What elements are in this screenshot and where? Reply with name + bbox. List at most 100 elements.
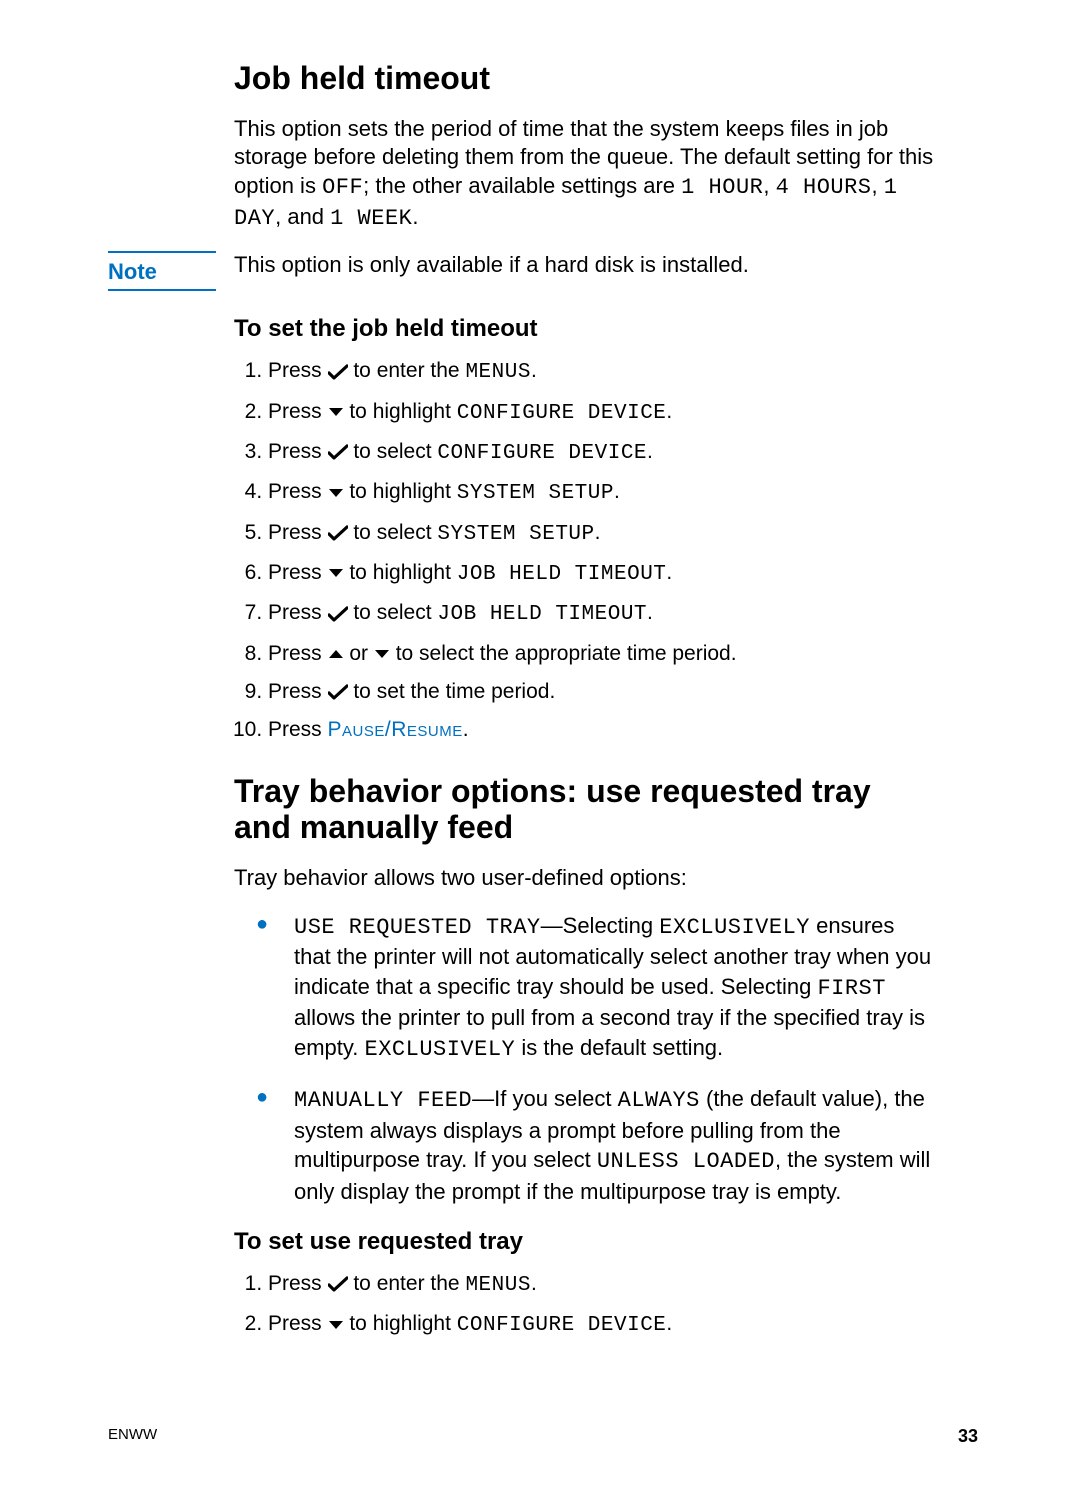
- step-mono: SYSTEM SETUP: [437, 523, 594, 546]
- step-mono: CONFIGURE DEVICE: [457, 402, 667, 425]
- steps-list-2: Press to enter the MENUS.Press to highli…: [234, 1270, 934, 1341]
- step-text: Press: [268, 1312, 328, 1335]
- bullet-mono: USE REQUESTED TRAY: [294, 915, 541, 940]
- list-item: Press to highlight JOB HELD TIMEOUT.: [268, 559, 934, 589]
- list-item: Press to highlight CONFIGURE DEVICE.: [268, 1310, 934, 1340]
- checkmark-icon: [328, 1276, 348, 1292]
- step-text: Press: [268, 521, 328, 544]
- step-mono: JOB HELD TIMEOUT: [437, 603, 647, 626]
- step-text: to select: [348, 440, 438, 463]
- list-item: Press to select JOB HELD TIMEOUT.: [268, 599, 934, 629]
- bullet-mono: MANUALLY FEED: [294, 1088, 472, 1113]
- down-arrow-icon: [328, 487, 344, 499]
- step-text: .: [647, 440, 653, 463]
- subsection-set-job-held-timeout: To set the job held timeout Press to ent…: [234, 315, 934, 744]
- intro-text-4: ,: [763, 173, 775, 198]
- intro-text-2: ; the other available settings are: [363, 173, 681, 198]
- step-text: Press: [268, 718, 328, 741]
- page-number: 33: [958, 1426, 978, 1447]
- steps-list-1: Press to enter the MENUS.Press to highli…: [234, 357, 934, 744]
- intro-mono-4hours: 4 HOURS: [776, 175, 872, 200]
- step-text: to select the appropriate time period.: [390, 642, 737, 665]
- section-tray-behavior: Tray behavior options: use requested tra…: [234, 773, 934, 1341]
- note-rule-top: [108, 251, 216, 253]
- heading-tray-behavior: Tray behavior options: use requested tra…: [234, 773, 934, 847]
- list-item: Press to set the time period.: [268, 678, 934, 706]
- down-arrow-icon: [328, 567, 344, 579]
- step-text: Press: [268, 680, 328, 703]
- list-item: MANUALLY FEED—If you select ALWAYS (the …: [294, 1084, 934, 1206]
- step-text: Press: [268, 480, 328, 503]
- checkmark-icon: [328, 444, 348, 460]
- step-text: .: [614, 480, 620, 503]
- section-job-held-timeout: Job held timeout This option sets the pe…: [234, 60, 934, 233]
- step-text: Press: [268, 1272, 328, 1295]
- step-text: .: [531, 1272, 537, 1295]
- down-arrow-icon: [328, 1319, 344, 1331]
- step-mono: JOB HELD TIMEOUT: [457, 563, 667, 586]
- step-text: to select: [348, 521, 438, 544]
- page-footer: ENWW 33: [108, 1426, 978, 1447]
- tray-options-bullet-list: USE REQUESTED TRAY—Selecting EXCLUSIVELY…: [234, 911, 934, 1206]
- list-item: Press to highlight SYSTEM SETUP.: [268, 478, 934, 508]
- subheading-set-job-held-timeout: To set the job held timeout: [234, 315, 934, 343]
- bullet-text: —If you select: [472, 1086, 618, 1111]
- step-text: Press: [268, 440, 328, 463]
- step-text: .: [666, 561, 672, 584]
- step-mono: SYSTEM SETUP: [457, 482, 614, 505]
- step-text: .: [531, 359, 537, 382]
- down-arrow-icon: [374, 648, 390, 660]
- step-text: .: [647, 601, 653, 624]
- bullet-text: —Selecting: [541, 913, 660, 938]
- step-text: Press: [268, 642, 328, 665]
- step-text: to set the time period.: [348, 680, 556, 703]
- down-arrow-icon: [328, 406, 344, 418]
- intro-paragraph: This option sets the period of time that…: [234, 115, 934, 233]
- page-content: Job held timeout This option sets the pe…: [108, 60, 978, 1369]
- intro-text-8: , and: [275, 204, 330, 229]
- up-arrow-icon: [328, 648, 344, 660]
- step-mono: CONFIGURE DEVICE: [457, 1314, 667, 1337]
- checkmark-icon: [328, 684, 348, 700]
- step-text: or: [344, 642, 374, 665]
- step-text: Press: [268, 400, 328, 423]
- intro-text-10: .: [412, 204, 418, 229]
- tray-intro: Tray behavior allows two user-defined op…: [234, 864, 934, 893]
- list-item: Press to enter the MENUS.: [268, 1270, 934, 1300]
- bullet-mono: EXCLUSIVELY: [659, 915, 810, 940]
- note-rule-bottom: [108, 289, 216, 291]
- bullet-text: is the default setting.: [515, 1035, 723, 1060]
- list-item: Press to highlight CONFIGURE DEVICE.: [268, 398, 934, 428]
- list-item: Press or to select the appropriate time …: [268, 640, 934, 668]
- intro-mono-off: OFF: [322, 175, 363, 200]
- step-text: Press: [268, 561, 328, 584]
- footer-left: ENWW: [108, 1426, 157, 1447]
- bullet-mono: ALWAYS: [618, 1088, 700, 1113]
- note-text: This option is only available if a hard …: [234, 251, 978, 280]
- step-text: .: [666, 400, 672, 423]
- checkmark-icon: [328, 606, 348, 622]
- step-text: .: [595, 521, 601, 544]
- heading-job-held-timeout: Job held timeout: [234, 60, 934, 97]
- bullet-mono: UNLESS LOADED: [597, 1149, 775, 1174]
- step-mono: MENUS: [465, 361, 531, 384]
- step-text: Press: [268, 601, 328, 624]
- step-text: to highlight: [344, 1312, 457, 1335]
- list-item: Press to select SYSTEM SETUP.: [268, 519, 934, 549]
- step-smallcaps: Pause/Resume: [328, 718, 463, 741]
- note-block: Note This option is only available if a …: [108, 251, 978, 291]
- intro-mono-1week: 1 WEEK: [330, 206, 412, 231]
- step-text: to highlight: [344, 400, 457, 423]
- step-mono: CONFIGURE DEVICE: [437, 442, 647, 465]
- intro-mono-1hour: 1 HOUR: [681, 175, 763, 200]
- step-text: to select: [348, 601, 438, 624]
- step-text: to highlight: [344, 480, 457, 503]
- step-text: .: [463, 718, 469, 741]
- list-item: USE REQUESTED TRAY—Selecting EXCLUSIVELY…: [294, 911, 934, 1064]
- subheading-set-use-requested-tray: To set use requested tray: [234, 1228, 934, 1256]
- bullet-mono: FIRST: [817, 976, 886, 1001]
- bullet-mono: EXCLUSIVELY: [365, 1037, 516, 1062]
- step-text: Press: [268, 359, 328, 382]
- checkmark-icon: [328, 364, 348, 380]
- step-text: to enter the: [348, 359, 466, 382]
